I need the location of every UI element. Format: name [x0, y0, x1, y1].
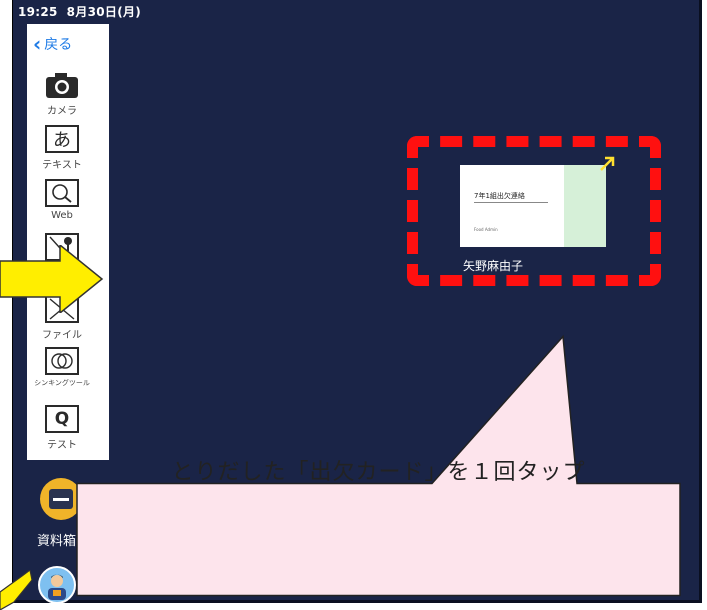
- text-glyph: あ: [53, 130, 71, 151]
- card-underline: [474, 202, 548, 203]
- camera-label: カメラ: [47, 106, 77, 117]
- status-time: 19:25: [18, 5, 58, 19]
- share-arrow-icon: [600, 156, 615, 171]
- card-title: 7年1組出欠連絡: [474, 192, 525, 200]
- chevron-left-icon: ‹: [33, 32, 42, 56]
- documents-box-label: 資料箱: [37, 534, 77, 549]
- test-icon: Q: [45, 405, 79, 433]
- test-glyph: Q: [54, 409, 70, 429]
- card-small-text: Food Admin: [474, 227, 498, 232]
- web-tool[interactable]: Web: [27, 178, 97, 221]
- callout-text: とりだした「出欠カード」を１回タップ: [171, 460, 586, 485]
- back-label: 戻る: [44, 37, 73, 53]
- thinking-tool-icon: [45, 347, 79, 375]
- tray-icon: [49, 489, 73, 509]
- pointer-arrow-small-icon: [0, 570, 33, 610]
- web-label: Web: [51, 210, 73, 221]
- web-search-icon: [45, 179, 79, 207]
- status-bar: 19:25 8月30日(月): [18, 3, 141, 20]
- text-tool[interactable]: あ テキスト: [27, 124, 97, 171]
- person-icon: [48, 574, 66, 600]
- card-green-panel: [564, 165, 606, 247]
- user-avatar[interactable]: [38, 566, 76, 604]
- text-icon-wrap: あ: [42, 124, 82, 154]
- camera-icon: [42, 70, 82, 100]
- status-date: 8月30日(月): [66, 5, 142, 19]
- text-label: テキスト: [42, 160, 82, 171]
- camera-tool[interactable]: カメラ: [27, 70, 97, 117]
- text-a-icon: あ: [45, 125, 79, 153]
- back-button[interactable]: ‹ 戻る: [33, 34, 72, 54]
- attendance-card[interactable]: 7年1組出欠連絡 Food Admin: [460, 165, 606, 247]
- web-icon-wrap: [42, 178, 82, 208]
